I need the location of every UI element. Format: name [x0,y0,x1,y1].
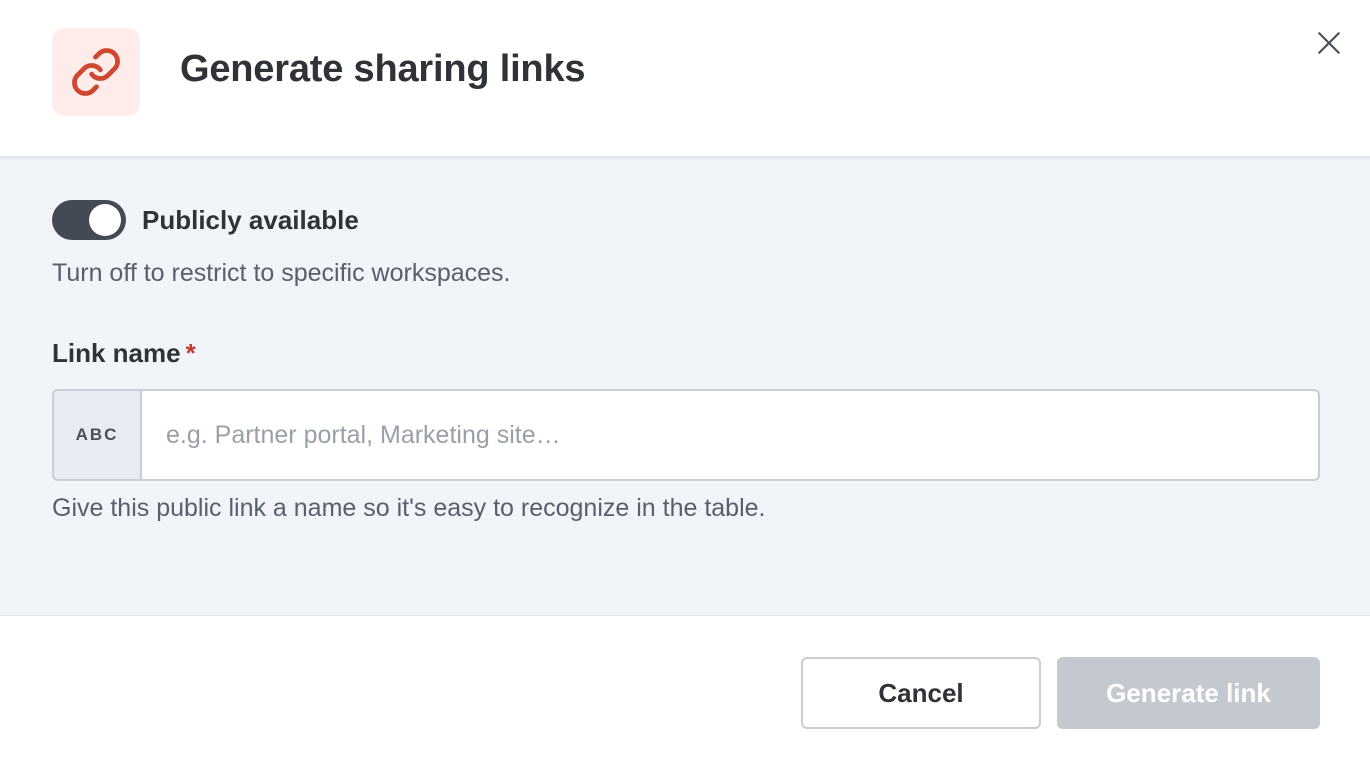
toggle-knob [89,204,121,236]
link-name-label: Link name * [52,338,196,369]
public-toggle[interactable] [52,200,126,240]
link-name-input[interactable] [142,391,1318,479]
dialog-body: Publicly available Turn off to restrict … [0,156,1370,616]
link-name-help: Give this public link a name so it's eas… [52,494,766,522]
dialog-title: Generate sharing links [180,48,586,90]
public-toggle-label: Publicly available [142,205,359,235]
dialog-header: Generate sharing links [0,0,1370,156]
close-button[interactable] [1312,26,1346,60]
cancel-button[interactable]: Cancel [801,657,1041,729]
public-toggle-help: Turn off to restrict to specific workspa… [52,259,511,287]
generate-link-button[interactable]: Generate link [1057,657,1320,729]
link-name-label-text: Link name [52,338,181,368]
link-icon [52,28,140,116]
dialog-footer: Cancel Generate link [0,616,1370,766]
close-icon [1318,32,1340,54]
required-mark: * [185,338,196,368]
text-type-icon: ABC [54,391,142,479]
link-name-input-group: ABC [52,389,1320,481]
